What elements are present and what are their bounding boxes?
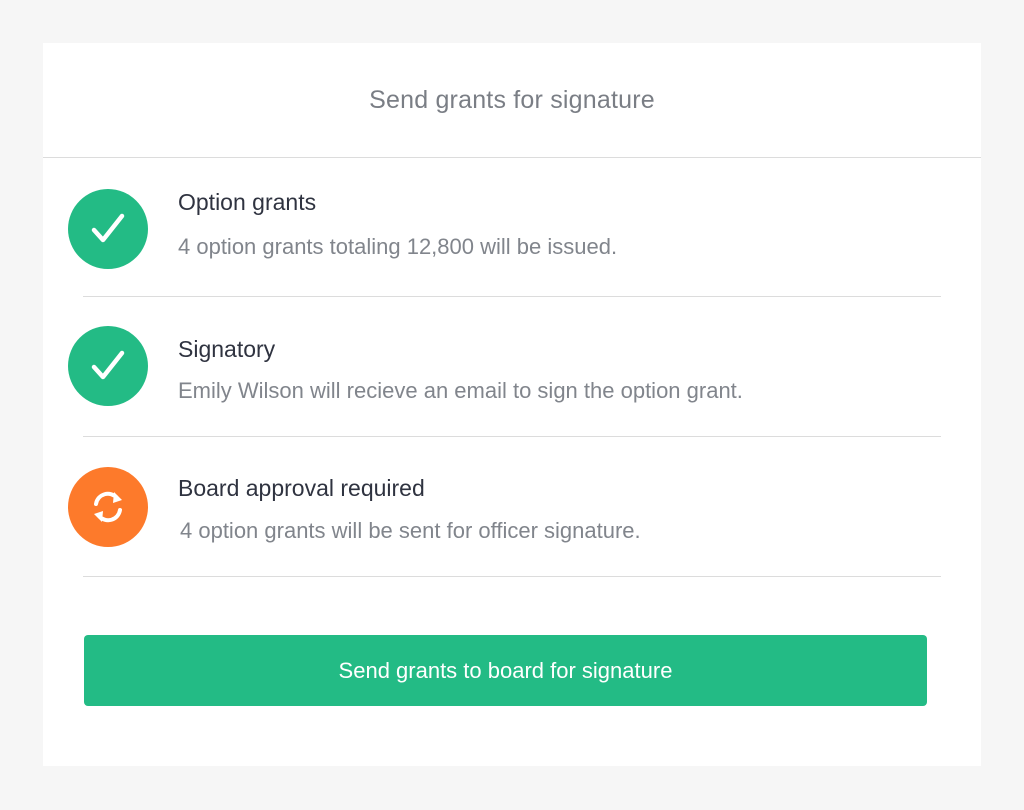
- item-description: Emily Wilson will recieve an email to si…: [178, 378, 743, 403]
- item-title: Board approval required: [178, 475, 425, 501]
- item-description: 4 option grants will be sent for officer…: [180, 518, 641, 543]
- send-grants-button[interactable]: Send grants to board for signature: [84, 635, 927, 706]
- check-icon: [68, 189, 148, 269]
- divider: [83, 296, 941, 297]
- modal-title: Send grants for signature: [369, 85, 655, 114]
- item-title: Signatory: [178, 336, 276, 362]
- refresh-icon: [68, 467, 148, 547]
- checklist: Option grants 4 option grants totaling 1…: [43, 158, 981, 578]
- divider: [83, 436, 941, 437]
- item-description: 4 option grants totaling 12,800 will be …: [178, 234, 618, 259]
- check-icon: [68, 326, 148, 406]
- send-grants-modal: Send grants for signature Option grants …: [43, 43, 981, 766]
- check-mark-icon: [91, 350, 125, 380]
- modal-header: Send grants for signature: [43, 43, 981, 158]
- checklist-item-option-grants: Option grants 4 option grants totaling 1…: [43, 158, 981, 298]
- checklist-item-board-approval: Board approval required 4 option grants …: [43, 438, 981, 578]
- divider: [83, 576, 941, 577]
- checklist-item-signatory: Signatory Emily Wilson will recieve an e…: [43, 298, 981, 438]
- item-title: Option grants: [178, 189, 317, 215]
- check-mark-icon: [91, 213, 125, 243]
- sync-arrows-icon: [94, 491, 122, 523]
